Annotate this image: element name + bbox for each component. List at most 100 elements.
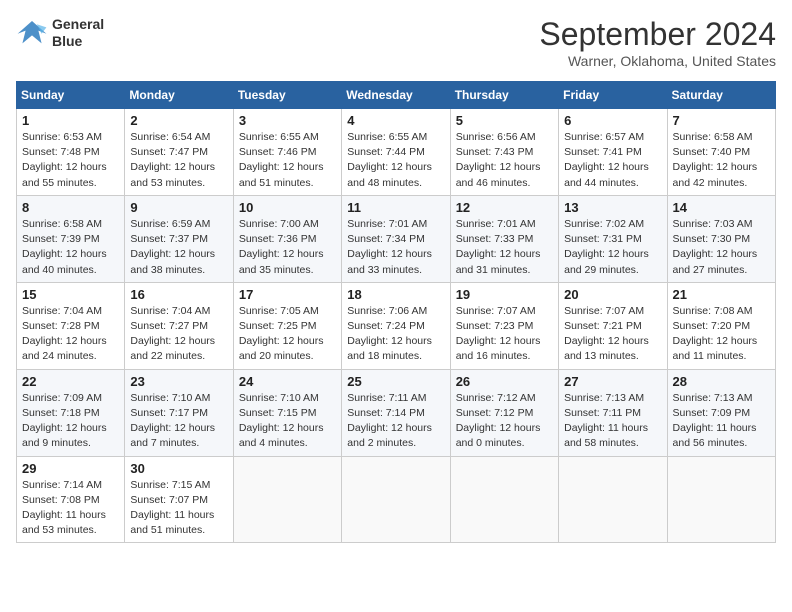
day-info: Sunrise: 7:01 AM Sunset: 7:34 PM Dayligh… [347, 217, 444, 278]
day-cell: 29 Sunrise: 7:14 AM Sunset: 7:08 PM Dayli… [17, 456, 125, 543]
day-cell: 15Sunrise: 7:04 AM Sunset: 7:28 PM Dayli… [17, 282, 125, 369]
day-cell: 18 Sunrise: 7:06 AM Sunset: 7:24 PM Dayli… [342, 282, 450, 369]
day-number: 17 [239, 287, 336, 302]
day-info: Sunrise: 7:01 AM Sunset: 7:33 PM Dayligh… [456, 217, 553, 278]
day-cell: 28 Sunrise: 7:13 AM Sunset: 7:09 PM Dayli… [667, 369, 775, 456]
day-number: 27 [564, 374, 661, 389]
header-thursday: Thursday [450, 82, 558, 109]
week-row-2: 8Sunrise: 6:58 AM Sunset: 7:39 PM Daylig… [17, 195, 776, 282]
day-cell: 4 Sunrise: 6:55 AM Sunset: 7:44 PM Daylig… [342, 109, 450, 196]
day-info: Sunrise: 7:11 AM Sunset: 7:14 PM Dayligh… [347, 391, 444, 452]
logo-icon [16, 19, 48, 47]
day-cell: 7Sunrise: 6:58 AM Sunset: 7:40 PM Daylig… [667, 109, 775, 196]
day-number: 21 [673, 287, 770, 302]
day-cell: 3 Sunrise: 6:55 AM Sunset: 7:46 PM Daylig… [233, 109, 341, 196]
day-cell: 6Sunrise: 6:57 AM Sunset: 7:41 PM Daylig… [559, 109, 667, 196]
day-number: 25 [347, 374, 444, 389]
day-info: Sunrise: 6:55 AM Sunset: 7:46 PM Dayligh… [239, 130, 336, 191]
logo-text: General Blue [52, 16, 104, 50]
day-number: 3 [239, 113, 336, 128]
header-wednesday: Wednesday [342, 82, 450, 109]
day-info: Sunrise: 6:57 AM Sunset: 7:41 PM Dayligh… [564, 130, 661, 191]
day-number: 28 [673, 374, 770, 389]
day-cell: 22 Sunrise: 7:09 AM Sunset: 7:18 PM Dayli… [17, 369, 125, 456]
header-sunday: Sunday [17, 82, 125, 109]
location: Warner, Oklahoma, United States [539, 53, 776, 69]
day-number: 5 [456, 113, 553, 128]
day-cell: 20 Sunrise: 7:07 AM Sunset: 7:21 PM Dayli… [559, 282, 667, 369]
week-row-3: 15Sunrise: 7:04 AM Sunset: 7:28 PM Dayli… [17, 282, 776, 369]
day-info: Sunrise: 6:54 AM Sunset: 7:47 PM Dayligh… [130, 130, 227, 191]
header-saturday: Saturday [667, 82, 775, 109]
header-friday: Friday [559, 82, 667, 109]
day-info: Sunrise: 7:06 AM Sunset: 7:24 PM Dayligh… [347, 304, 444, 365]
week-row-5: 29 Sunrise: 7:14 AM Sunset: 7:08 PM Dayli… [17, 456, 776, 543]
day-info: Sunrise: 7:14 AM Sunset: 7:08 PM Dayligh… [22, 478, 119, 539]
day-info: Sunrise: 6:59 AM Sunset: 7:37 PM Dayligh… [130, 217, 227, 278]
day-info: Sunrise: 7:10 AM Sunset: 7:15 PM Dayligh… [239, 391, 336, 452]
month-title: September 2024 [539, 16, 776, 53]
day-info: Sunrise: 7:08 AM Sunset: 7:20 PM Dayligh… [673, 304, 770, 365]
day-info: Sunrise: 7:15 AM Sunset: 7:07 PM Dayligh… [130, 478, 227, 539]
day-cell [667, 456, 775, 543]
day-cell: 1 Sunrise: 6:53 AM Sunset: 7:48 PM Daylig… [17, 109, 125, 196]
day-info: Sunrise: 7:07 AM Sunset: 7:23 PM Dayligh… [456, 304, 553, 365]
day-info: Sunrise: 7:04 AM Sunset: 7:28 PM Dayligh… [22, 304, 119, 365]
day-info: Sunrise: 6:56 AM Sunset: 7:43 PM Dayligh… [456, 130, 553, 191]
logo: General Blue [16, 16, 104, 50]
day-number: 13 [564, 200, 661, 215]
day-cell [342, 456, 450, 543]
day-number: 22 [22, 374, 119, 389]
day-info: Sunrise: 7:04 AM Sunset: 7:27 PM Dayligh… [130, 304, 227, 365]
day-cell: 16 Sunrise: 7:04 AM Sunset: 7:27 PM Dayli… [125, 282, 233, 369]
day-cell: 10 Sunrise: 7:00 AM Sunset: 7:36 PM Dayli… [233, 195, 341, 282]
day-info: Sunrise: 7:07 AM Sunset: 7:21 PM Dayligh… [564, 304, 661, 365]
day-cell: 2 Sunrise: 6:54 AM Sunset: 7:47 PM Daylig… [125, 109, 233, 196]
day-number: 1 [22, 113, 119, 128]
day-info: Sunrise: 7:03 AM Sunset: 7:30 PM Dayligh… [673, 217, 770, 278]
day-number: 16 [130, 287, 227, 302]
day-number: 2 [130, 113, 227, 128]
day-info: Sunrise: 7:02 AM Sunset: 7:31 PM Dayligh… [564, 217, 661, 278]
day-info: Sunrise: 7:10 AM Sunset: 7:17 PM Dayligh… [130, 391, 227, 452]
day-info: Sunrise: 6:53 AM Sunset: 7:48 PM Dayligh… [22, 130, 119, 191]
day-cell: 24 Sunrise: 7:10 AM Sunset: 7:15 PM Dayli… [233, 369, 341, 456]
calendar-header-row: SundayMondayTuesdayWednesdayThursdayFrid… [17, 82, 776, 109]
day-info: Sunrise: 7:13 AM Sunset: 7:09 PM Dayligh… [673, 391, 770, 452]
day-info: Sunrise: 7:05 AM Sunset: 7:25 PM Dayligh… [239, 304, 336, 365]
day-cell: 11Sunrise: 7:01 AM Sunset: 7:34 PM Dayli… [342, 195, 450, 282]
day-cell: 9 Sunrise: 6:59 AM Sunset: 7:37 PM Daylig… [125, 195, 233, 282]
week-row-1: 1 Sunrise: 6:53 AM Sunset: 7:48 PM Daylig… [17, 109, 776, 196]
header-tuesday: Tuesday [233, 82, 341, 109]
day-number: 30 [130, 461, 227, 476]
day-number: 23 [130, 374, 227, 389]
day-cell: 19 Sunrise: 7:07 AM Sunset: 7:23 PM Dayli… [450, 282, 558, 369]
day-number: 29 [22, 461, 119, 476]
day-number: 14 [673, 200, 770, 215]
day-number: 20 [564, 287, 661, 302]
day-info: Sunrise: 7:13 AM Sunset: 7:11 PM Dayligh… [564, 391, 661, 452]
day-cell: 26Sunrise: 7:12 AM Sunset: 7:12 PM Dayli… [450, 369, 558, 456]
day-number: 10 [239, 200, 336, 215]
title-area: September 2024 Warner, Oklahoma, United … [539, 16, 776, 69]
day-cell: 12 Sunrise: 7:01 AM Sunset: 7:33 PM Dayli… [450, 195, 558, 282]
day-number: 19 [456, 287, 553, 302]
day-number: 4 [347, 113, 444, 128]
day-cell [233, 456, 341, 543]
day-cell: 17 Sunrise: 7:05 AM Sunset: 7:25 PM Dayli… [233, 282, 341, 369]
day-info: Sunrise: 6:58 AM Sunset: 7:39 PM Dayligh… [22, 217, 119, 278]
day-number: 26 [456, 374, 553, 389]
calendar: SundayMondayTuesdayWednesdayThursdayFrid… [16, 81, 776, 543]
day-info: Sunrise: 6:55 AM Sunset: 7:44 PM Dayligh… [347, 130, 444, 191]
day-number: 24 [239, 374, 336, 389]
day-number: 18 [347, 287, 444, 302]
day-cell: 5 Sunrise: 6:56 AM Sunset: 7:43 PM Daylig… [450, 109, 558, 196]
day-cell: 30 Sunrise: 7:15 AM Sunset: 7:07 PM Dayli… [125, 456, 233, 543]
day-number: 9 [130, 200, 227, 215]
day-info: Sunrise: 6:58 AM Sunset: 7:40 PM Dayligh… [673, 130, 770, 191]
day-info: Sunrise: 7:09 AM Sunset: 7:18 PM Dayligh… [22, 391, 119, 452]
day-info: Sunrise: 7:00 AM Sunset: 7:36 PM Dayligh… [239, 217, 336, 278]
day-cell [559, 456, 667, 543]
day-number: 12 [456, 200, 553, 215]
day-cell: 23 Sunrise: 7:10 AM Sunset: 7:17 PM Dayli… [125, 369, 233, 456]
